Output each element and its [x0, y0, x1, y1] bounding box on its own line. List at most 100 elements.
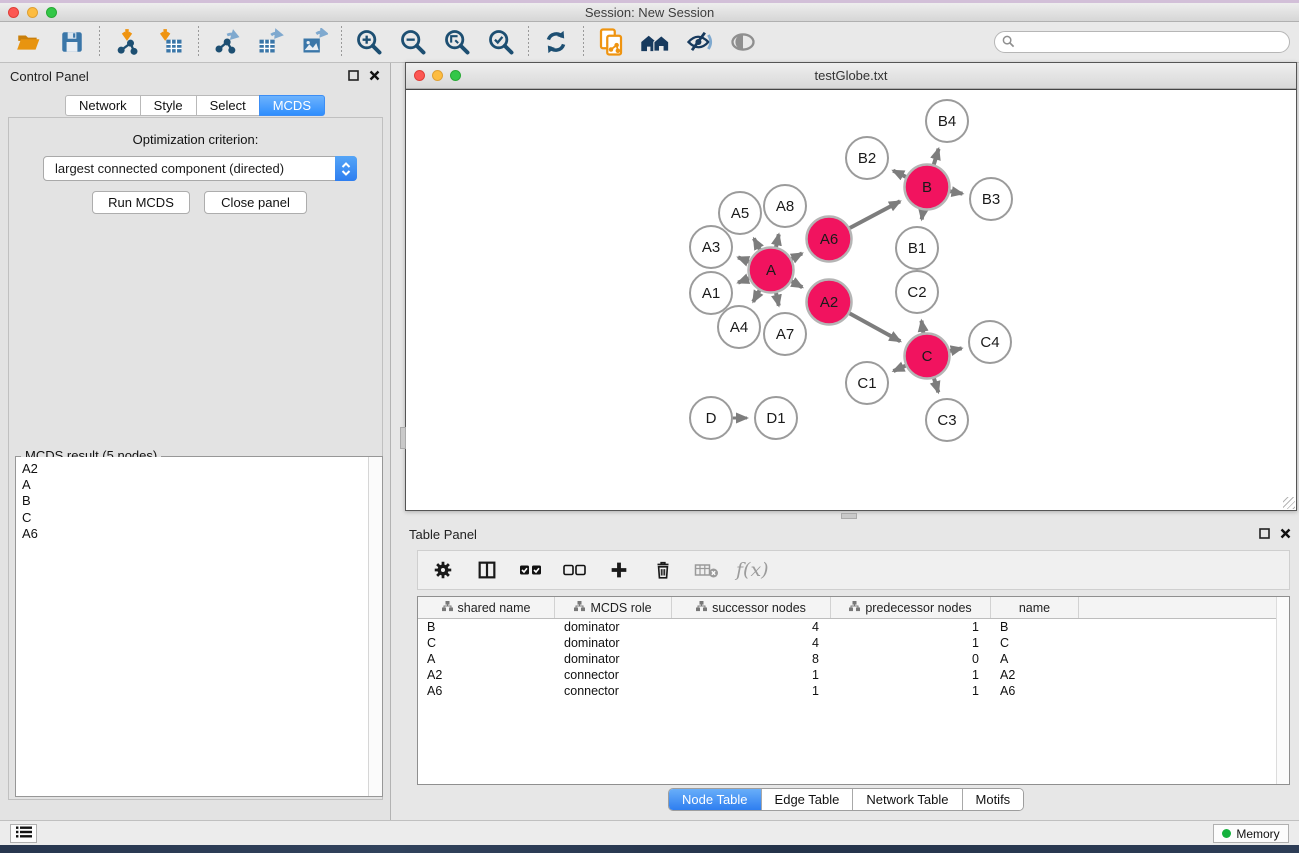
- edge-A-A2[interactable]: [792, 281, 803, 287]
- graph-node-A8[interactable]: A8: [764, 185, 806, 227]
- graph-node-A4[interactable]: A4: [718, 306, 760, 348]
- edge-C-C2[interactable]: [921, 321, 923, 333]
- network-canvas[interactable]: B4 B2 B B3 A8A5 A6 A3 B1 A C2 A1 A2 A4A7 C4 C C1 D D1 C3: [406, 89, 1296, 510]
- column-header-name[interactable]: name: [991, 597, 1079, 618]
- export-table-icon[interactable]: [252, 25, 288, 59]
- result-item[interactable]: C: [16, 510, 369, 526]
- edge-A-A3[interactable]: [738, 257, 749, 261]
- edge-C-C1[interactable]: [893, 366, 905, 371]
- zoom-selected-icon[interactable]: [483, 25, 519, 59]
- graph-node-C3[interactable]: C3: [926, 399, 968, 441]
- export-network-icon[interactable]: [208, 25, 244, 59]
- column-header-shared-name[interactable]: shared name: [418, 597, 555, 618]
- home-icon[interactable]: [637, 25, 673, 59]
- table-row[interactable]: Cdominator41C: [418, 635, 1289, 651]
- edge-A-A6[interactable]: [792, 253, 802, 259]
- network-minimize-button[interactable]: [432, 70, 443, 81]
- resize-grip[interactable]: [1283, 497, 1295, 509]
- select-all-icon[interactable]: [516, 553, 546, 587]
- column-header-predecessor-nodes[interactable]: predecessor nodes: [831, 597, 991, 618]
- network-close-button[interactable]: [414, 70, 425, 81]
- import-network-icon[interactable]: [109, 25, 145, 59]
- result-item[interactable]: B: [16, 493, 369, 509]
- graph-node-C[interactable]: C: [905, 334, 950, 379]
- scrollbar-thumb-horizontal[interactable]: [841, 513, 857, 519]
- edge-A-A5[interactable]: [754, 238, 760, 249]
- tab-network-table[interactable]: Network Table: [853, 789, 962, 810]
- close-panel-icon[interactable]: [369, 69, 380, 84]
- delete-column-icon[interactable]: [648, 553, 678, 587]
- graph-node-D1[interactable]: D1: [755, 397, 797, 439]
- import-table-icon[interactable]: [153, 25, 189, 59]
- graph-node-A6[interactable]: A6: [807, 217, 852, 262]
- graph-node-C4[interactable]: C4: [969, 321, 1011, 363]
- graph-node-B[interactable]: B: [905, 165, 950, 210]
- edge-A6-B[interactable]: [850, 201, 900, 228]
- result-scrollbar[interactable]: [368, 457, 382, 796]
- graph-node-A7[interactable]: A7: [764, 313, 806, 355]
- network-zoom-button[interactable]: [450, 70, 461, 81]
- tab-style[interactable]: Style: [140, 95, 197, 116]
- criterion-select[interactable]: largest connected component (directed): [43, 156, 357, 181]
- edge-A2-C[interactable]: [850, 313, 901, 341]
- graph-node-A3[interactable]: A3: [690, 226, 732, 268]
- delete-table-icon[interactable]: [692, 553, 722, 587]
- close-window-button[interactable]: [8, 7, 19, 18]
- graph-node-B3[interactable]: B3: [970, 178, 1012, 220]
- deselect-all-icon[interactable]: [560, 553, 590, 587]
- edge-A-A1[interactable]: [738, 278, 749, 282]
- table-row[interactable]: A6connector11A6: [418, 683, 1289, 699]
- run-mcds-button[interactable]: Run MCDS: [92, 191, 190, 214]
- table-scrollbar[interactable]: [1276, 597, 1289, 784]
- zoom-fit-icon[interactable]: [439, 25, 475, 59]
- graph-node-C1[interactable]: C1: [846, 362, 888, 404]
- result-item[interactable]: A6: [16, 526, 369, 542]
- edge-A-A8[interactable]: [776, 234, 779, 247]
- tab-mcds[interactable]: MCDS: [259, 95, 325, 116]
- refresh-icon[interactable]: [538, 25, 574, 59]
- edge-B-B2[interactable]: [893, 171, 906, 177]
- close-panel-button[interactable]: Close panel: [204, 191, 307, 214]
- settings-gear-icon[interactable]: [428, 553, 458, 587]
- graph-node-B4[interactable]: B4: [926, 100, 968, 142]
- open-file-icon[interactable]: [10, 25, 46, 59]
- zoom-in-icon[interactable]: [351, 25, 387, 59]
- edge-C-C3[interactable]: [934, 378, 938, 392]
- graph-node-B1[interactable]: B1: [896, 227, 938, 269]
- zoom-out-icon[interactable]: [395, 25, 431, 59]
- tab-edge-table[interactable]: Edge Table: [762, 789, 854, 810]
- result-item[interactable]: A2: [16, 461, 369, 477]
- graph-node-A1[interactable]: A1: [690, 272, 732, 314]
- edge-A-A4[interactable]: [753, 290, 759, 301]
- tab-motifs[interactable]: Motifs: [963, 789, 1024, 810]
- result-item[interactable]: A: [16, 477, 369, 493]
- float-panel-icon[interactable]: [1259, 527, 1270, 542]
- save-session-icon[interactable]: [54, 25, 90, 59]
- edge-B-B1[interactable]: [922, 210, 924, 219]
- graph-node-A2[interactable]: A2: [807, 280, 852, 325]
- edge-A-A7[interactable]: [776, 293, 779, 306]
- table-row[interactable]: A2connector11A2: [418, 667, 1289, 683]
- graph-node-B2[interactable]: B2: [846, 137, 888, 179]
- column-header-mcds-role[interactable]: MCDS role: [555, 597, 672, 618]
- tab-network[interactable]: Network: [65, 95, 141, 116]
- graph-node-D[interactable]: D: [690, 397, 732, 439]
- minimize-window-button[interactable]: [27, 7, 38, 18]
- graph-node-A5[interactable]: A5: [719, 192, 761, 234]
- graph-node-A[interactable]: A: [749, 248, 794, 293]
- show-details-icon[interactable]: [725, 25, 761, 59]
- search-input[interactable]: [994, 31, 1290, 53]
- export-image-icon[interactable]: [296, 25, 332, 59]
- open-session-icon[interactable]: [593, 25, 629, 59]
- table-row[interactable]: Adominator80A: [418, 651, 1289, 667]
- close-panel-icon[interactable]: [1280, 527, 1291, 542]
- graph-node-C2[interactable]: C2: [896, 271, 938, 313]
- edge-B-B3[interactable]: [950, 191, 962, 193]
- column-visibility-icon[interactable]: [472, 553, 502, 587]
- column-header-successor-nodes[interactable]: successor nodes: [672, 597, 831, 618]
- tab-select[interactable]: Select: [196, 95, 260, 116]
- tab-node-table[interactable]: Node Table: [669, 789, 762, 810]
- hide-details-icon[interactable]: [681, 25, 717, 59]
- scrollbar-thumb-vertical[interactable]: [400, 427, 406, 449]
- table-row[interactable]: Bdominator41B: [418, 619, 1289, 635]
